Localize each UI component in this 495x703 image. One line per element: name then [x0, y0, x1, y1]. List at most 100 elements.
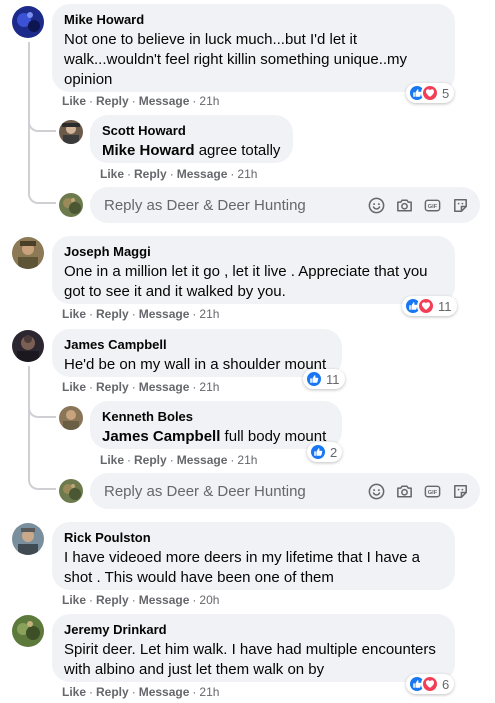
page-avatar: [59, 479, 83, 503]
comment-bubble: Mike Howard Not one to believe in luck m…: [52, 4, 455, 92]
comment-author[interactable]: Rick Poulston: [64, 530, 443, 546]
svg-text:GIF: GIF: [428, 489, 438, 495]
reply-link[interactable]: Reply: [96, 380, 129, 394]
reply-text: James Campbell full body mount: [102, 427, 330, 447]
camera-icon[interactable]: [395, 482, 414, 501]
composer-tools: GIF: [367, 482, 470, 501]
avatar[interactable]: [12, 237, 44, 269]
comment-author[interactable]: Mike Howard: [64, 12, 443, 28]
mention-link[interactable]: James Campbell: [102, 428, 220, 445]
comment-author[interactable]: James Campbell: [64, 337, 330, 353]
message-link[interactable]: Message: [139, 307, 190, 321]
gif-icon[interactable]: GIF: [423, 482, 442, 501]
message-link[interactable]: Message: [139, 380, 190, 394]
love-icon: [417, 297, 435, 315]
reply-link[interactable]: Reply: [96, 685, 129, 699]
like-link[interactable]: Like: [62, 685, 86, 699]
message-link[interactable]: Message: [177, 453, 228, 467]
comment-text: Spirit deer. Let him walk. I have had mu…: [64, 641, 436, 678]
like-link[interactable]: Like: [62, 380, 86, 394]
gif-icon[interactable]: GIF: [423, 196, 442, 215]
comment-actions: Like · Reply · Message · 21h: [62, 685, 220, 699]
like-link[interactable]: Like: [100, 453, 124, 467]
avatar[interactable]: [12, 615, 44, 647]
emoji-icon[interactable]: [367, 482, 386, 501]
thread-connector: [28, 188, 56, 204]
avatar[interactable]: [59, 120, 83, 144]
like-link[interactable]: Like: [62, 307, 86, 321]
comment-author[interactable]: Jeremy Drinkard: [64, 622, 443, 638]
reply-composer: GIF: [90, 473, 480, 509]
comment-bubble: Joseph Maggi One in a million let it go …: [52, 236, 455, 304]
reply-input[interactable]: [102, 195, 367, 215]
emoji-icon[interactable]: [367, 196, 386, 215]
comment-bubble: Jeremy Drinkard Spirit deer. Let him wal…: [52, 614, 455, 682]
camera-icon[interactable]: [395, 196, 414, 215]
timestamp[interactable]: 21h: [199, 307, 219, 321]
reaction-summary[interactable]: 11: [402, 296, 457, 316]
reply-body: agree totally: [194, 142, 281, 159]
thread-connector: [28, 398, 56, 418]
sticker-icon[interactable]: [451, 196, 470, 215]
love-icon: [421, 84, 439, 102]
reply-author[interactable]: Kenneth Boles: [102, 409, 330, 425]
like-link[interactable]: Like: [100, 167, 124, 181]
message-link[interactable]: Message: [139, 94, 190, 108]
avatar[interactable]: [12, 6, 44, 38]
like-icon: [309, 443, 327, 461]
comment-author[interactable]: Joseph Maggi: [64, 244, 443, 260]
reaction-count: 5: [442, 85, 450, 101]
comment-text: He'd be on my wall in a shoulder mount: [64, 356, 327, 373]
message-link[interactable]: Message: [139, 593, 190, 607]
composer-tools: GIF: [367, 196, 470, 215]
message-link[interactable]: Message: [139, 685, 190, 699]
like-link[interactable]: Like: [62, 94, 86, 108]
reply-link[interactable]: Reply: [96, 593, 129, 607]
timestamp[interactable]: 21h: [237, 167, 257, 181]
reply-link[interactable]: Reply: [96, 307, 129, 321]
sticker-icon[interactable]: [451, 482, 470, 501]
reply-link[interactable]: Reply: [96, 94, 129, 108]
message-link[interactable]: Message: [177, 167, 228, 181]
love-icon: [421, 675, 439, 693]
reply-author[interactable]: Scott Howard: [102, 123, 281, 139]
comment-bubble: Rick Poulston I have videoed more deers …: [52, 522, 455, 590]
timestamp[interactable]: 21h: [199, 380, 219, 394]
comment-actions: Like · Reply · Message · 21h: [62, 380, 220, 394]
like-icon: [305, 370, 323, 388]
reply-bubble: Scott Howard Mike Howard agree totally: [90, 115, 293, 163]
timestamp[interactable]: 20h: [199, 593, 219, 607]
comment-text: One in a million let it go , let it live…: [64, 263, 428, 300]
reply-composer: GIF: [90, 187, 480, 223]
svg-text:GIF: GIF: [428, 203, 438, 209]
comment-actions: Like · Reply · Message · 21h: [62, 307, 220, 321]
avatar[interactable]: [12, 330, 44, 362]
avatar[interactable]: [12, 523, 44, 555]
page-avatar: [59, 193, 83, 217]
mention-link[interactable]: Mike Howard: [102, 142, 195, 159]
reply-actions: Like · Reply · Message · 21h: [100, 167, 258, 181]
reaction-count: 11: [326, 371, 340, 387]
comment-actions: Like · Reply · Message · 21h: [62, 94, 220, 108]
comment-actions: Like · Reply · Message · 20h: [62, 593, 220, 607]
comment-text: Not one to believe in luck much...but I'…: [64, 31, 408, 88]
reply-input[interactable]: [102, 481, 367, 501]
reaction-summary[interactable]: 2: [307, 442, 343, 462]
comment-text: I have videoed more deers in my lifetime…: [64, 549, 421, 586]
thread-line: [28, 366, 30, 476]
avatar[interactable]: [59, 406, 83, 430]
timestamp[interactable]: 21h: [237, 453, 257, 467]
thread-connector: [28, 112, 56, 132]
reaction-summary[interactable]: 11: [303, 369, 345, 389]
like-link[interactable]: Like: [62, 593, 86, 607]
reply-bubble: Kenneth Boles James Campbell full body m…: [90, 401, 342, 449]
reaction-summary[interactable]: 6: [406, 674, 455, 694]
reaction-count: 11: [438, 298, 452, 314]
reply-link[interactable]: Reply: [134, 167, 167, 181]
timestamp[interactable]: 21h: [199, 685, 219, 699]
reaction-count: 6: [442, 676, 450, 692]
reply-link[interactable]: Reply: [134, 453, 167, 467]
reaction-summary[interactable]: 5: [406, 83, 455, 103]
timestamp[interactable]: 21h: [199, 94, 219, 108]
thread-connector: [28, 474, 56, 490]
